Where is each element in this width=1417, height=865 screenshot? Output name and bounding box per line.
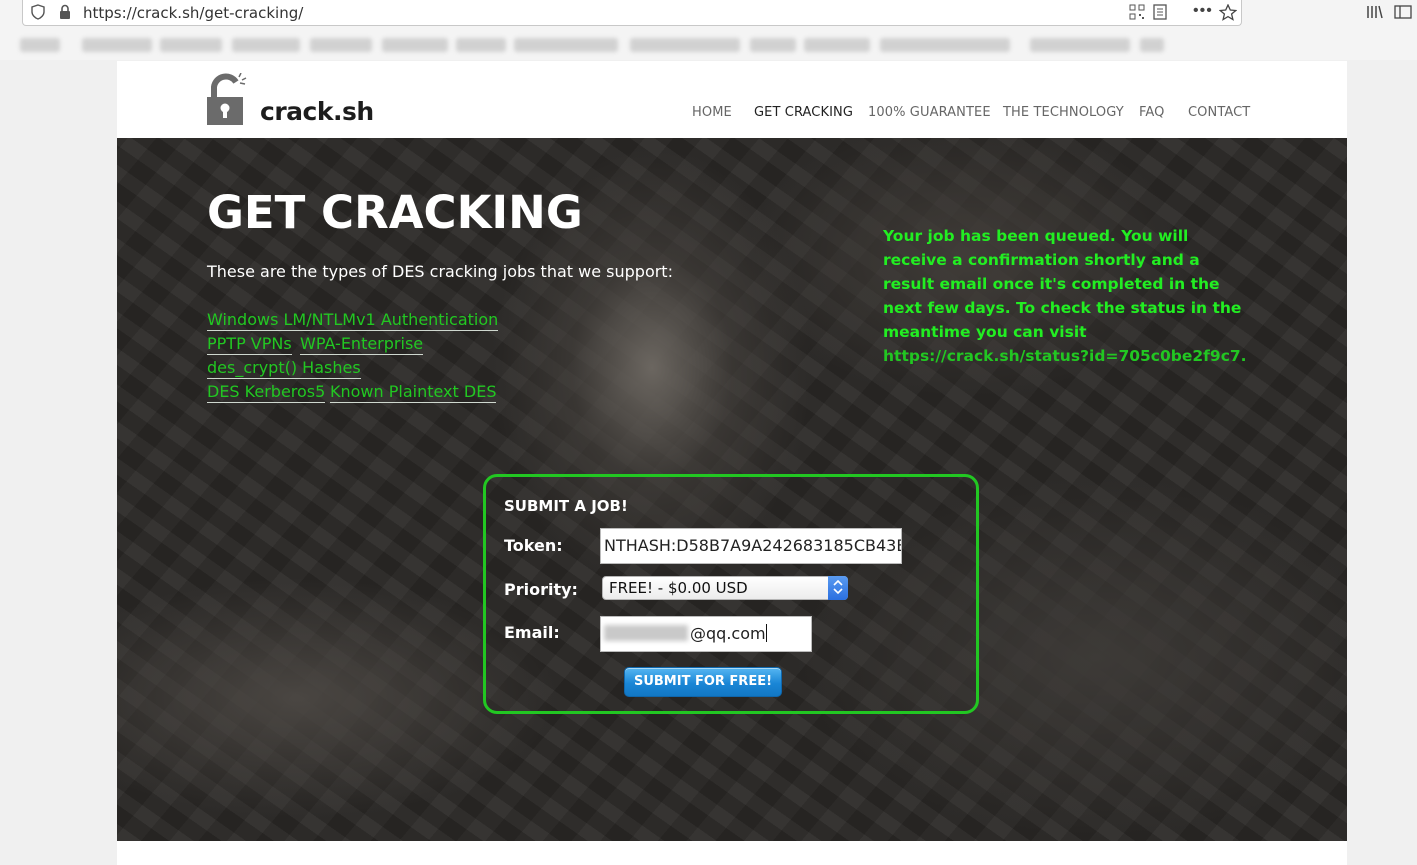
bookmark-item[interactable]	[310, 38, 372, 52]
nav-faq[interactable]: FAQ	[1139, 105, 1164, 120]
email-domain: @qq.com	[690, 624, 766, 643]
page-subtitle: These are the types of DES cracking jobs…	[207, 262, 673, 281]
page-title: GET CRACKING	[207, 186, 583, 239]
site-logo-text[interactable]: crack.sh	[260, 97, 374, 126]
more-actions-icon[interactable]: •••	[1193, 2, 1213, 20]
priority-selected-value: FREE! - $0.00 USD	[609, 579, 748, 597]
bookmark-item[interactable]	[382, 38, 448, 52]
bookmark-item[interactable]	[82, 38, 152, 52]
status-link[interactable]: https://crack.sh/status?id=705c0be2f9c7.	[883, 347, 1247, 365]
hero-section: GET CRACKING These are the types of DES …	[117, 138, 1347, 841]
bookmarks-toolbar	[0, 36, 1417, 56]
lock-icon[interactable]	[59, 4, 71, 25]
bookmark-item[interactable]	[880, 38, 1010, 52]
library-icon[interactable]	[1366, 4, 1384, 25]
sidebar-icon[interactable]	[1394, 4, 1412, 25]
bookmark-item[interactable]	[630, 38, 740, 52]
text-caret	[765, 624, 767, 642]
priority-select[interactable]: FREE! - $0.00 USD	[602, 576, 848, 600]
nav-home[interactable]: HOME	[692, 105, 732, 120]
nav-contact[interactable]: CONTACT	[1188, 105, 1250, 120]
bookmark-item[interactable]	[750, 38, 796, 52]
qr-code-icon[interactable]	[1129, 4, 1145, 25]
bookmark-item[interactable]	[20, 38, 60, 52]
bookmark-item[interactable]	[1030, 38, 1130, 52]
job-link-known-plaintext[interactable]: Known Plaintext DES	[330, 382, 497, 403]
job-link-wpa-enterprise[interactable]: WPA-Enterprise	[300, 334, 424, 355]
priority-label: Priority:	[504, 580, 578, 599]
nav-technology[interactable]: THE TECHNOLOGY	[1003, 105, 1124, 120]
nav-get-cracking[interactable]: GET CRACKING	[754, 105, 853, 120]
nav-guarantee[interactable]: 100% GUARANTEE	[868, 105, 991, 120]
url-text[interactable]: https://crack.sh/get-cracking/	[83, 4, 303, 22]
bookmark-item[interactable]	[514, 38, 618, 52]
padlock-logo-icon[interactable]	[206, 72, 248, 132]
job-link-windows-lm[interactable]: Windows LM/NTLMv1 Authentication	[207, 310, 499, 331]
bookmark-item[interactable]	[160, 38, 222, 52]
submit-button[interactable]: SUBMIT FOR FREE!	[624, 667, 782, 697]
bookmark-item[interactable]	[456, 38, 506, 52]
browser-chrome: https://crack.sh/get-cracking/ •••	[0, 0, 1417, 60]
select-arrows-icon	[828, 576, 848, 600]
job-link-des-crypt[interactable]: des_crypt() Hashes	[207, 358, 361, 379]
page-footer-strip	[117, 841, 1347, 865]
site-header: crack.sh HOME GET CRACKING 100% GUARANTE…	[117, 61, 1347, 138]
bookmark-item[interactable]	[804, 38, 870, 52]
notice-text: Your job has been queued. You will recei…	[883, 227, 1242, 341]
bookmark-item[interactable]	[232, 38, 300, 52]
shield-icon[interactable]	[31, 4, 45, 25]
job-link-kerberos5[interactable]: DES Kerberos5	[207, 382, 326, 403]
job-link-pptp[interactable]: PPTP VPNs	[207, 334, 292, 355]
email-input[interactable]: @qq.com	[600, 616, 812, 652]
token-input[interactable]: NTHASH:D58B7A9A242683185CB43B01	[600, 528, 902, 564]
form-title: SUBMIT A JOB!	[504, 497, 628, 515]
redacted-email-user	[604, 625, 688, 641]
job-queued-notice: Your job has been queued. You will recei…	[883, 224, 1255, 368]
bookmark-item[interactable]	[1140, 38, 1164, 52]
reader-view-icon[interactable]	[1153, 4, 1167, 25]
web-page: crack.sh HOME GET CRACKING 100% GUARANTE…	[117, 61, 1347, 841]
bookmark-star-icon[interactable]	[1218, 3, 1238, 26]
submit-job-form: SUBMIT A JOB! Token: NTHASH:D58B7A9A2426…	[483, 474, 979, 714]
token-label: Token:	[504, 536, 563, 555]
url-bar[interactable]: https://crack.sh/get-cracking/ •••	[22, 0, 1242, 26]
email-label: Email:	[504, 623, 560, 642]
